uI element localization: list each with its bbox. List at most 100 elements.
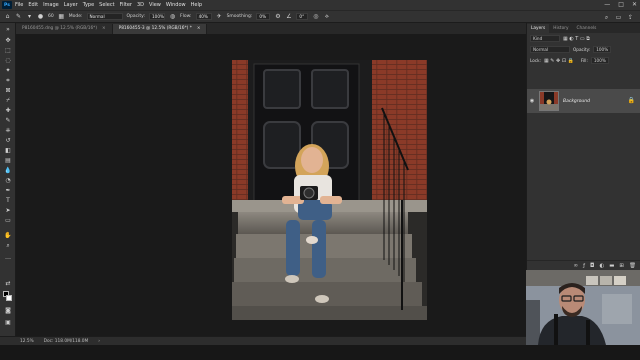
layer-row-background[interactable]: ◉ Background 🔒 — [527, 89, 640, 113]
layer-style-icon[interactable]: ƒ — [583, 263, 585, 269]
search-icon[interactable]: ⌕ — [603, 14, 610, 21]
menu-filter[interactable]: Filter — [120, 2, 132, 8]
menu-view[interactable]: View — [149, 2, 161, 8]
move-tool-icon[interactable]: ✥ — [3, 36, 13, 45]
zoom-level[interactable]: 12.5% — [20, 339, 34, 344]
hand-tool-icon[interactable]: ✋ — [3, 231, 13, 240]
layer-opacity-field[interactable]: 100% — [593, 46, 612, 53]
tab-close-icon[interactable]: × — [197, 24, 201, 34]
document-photo[interactable] — [232, 60, 427, 320]
minimize-button[interactable]: — — [604, 1, 610, 8]
tab-channels[interactable]: Channels — [573, 24, 601, 33]
tab-close-icon[interactable]: × — [102, 24, 106, 34]
rectangle-tool-icon[interactable]: ▭ — [3, 216, 13, 225]
history-brush-tool-icon[interactable]: ↺ — [3, 136, 13, 145]
webcam-overlay — [526, 270, 640, 345]
more-tools-icon[interactable]: … — [3, 253, 13, 262]
lock-label: Lock: — [530, 58, 541, 63]
brush-tool-icon[interactable]: ✎ — [15, 13, 22, 20]
window-controls: — □ ✕ — [604, 1, 637, 8]
marquee-tool-icon[interactable]: ⬚ — [3, 46, 13, 55]
close-button[interactable]: ✕ — [632, 1, 637, 8]
collapse-icon[interactable]: » — [3, 25, 13, 34]
new-group-icon[interactable]: ▬ — [609, 263, 614, 269]
tab-label: P8160455.dng @ 12.5% (RGB/16*) — [22, 26, 97, 31]
quick-select-tool-icon[interactable]: ✦ — [3, 66, 13, 75]
quick-mask-icon[interactable]: ◙ — [3, 306, 13, 315]
gear-icon[interactable]: ⚙ — [274, 13, 281, 20]
airbrush-icon[interactable]: ✈ — [216, 13, 223, 20]
chevron-down-icon[interactable]: ▾ — [26, 13, 33, 20]
swap-colors-icon[interactable]: ⇄ — [3, 279, 13, 288]
pen-tool-icon[interactable]: ✒ — [3, 186, 13, 195]
menu-edit[interactable]: Edit — [28, 2, 38, 8]
tools-panel: » ✥ ⬚ ◌ ✦ ⌗ ⊠ ⌿ ✚ ✎ ⎈ ↺ ◧ ▤ 💧 ◔ ✒ T ➤ ▭ … — [0, 23, 16, 336]
status-menu-arrow[interactable]: › — [98, 339, 100, 344]
eyedropper-tool-icon[interactable]: ⌿ — [3, 96, 13, 105]
document-size[interactable]: Doc: 118.0M/118.0M — [44, 339, 89, 344]
background-color-swatch[interactable] — [6, 295, 12, 301]
adjustment-layer-icon[interactable]: ◐ — [599, 263, 604, 269]
clone-stamp-tool-icon[interactable]: ⎈ — [3, 126, 13, 135]
brush-settings-icon[interactable]: ▦ — [58, 13, 65, 20]
lasso-tool-icon[interactable]: ◌ — [3, 56, 13, 65]
tab-history[interactable]: History — [549, 24, 572, 33]
lock-options-icons[interactable]: ▦ ✎ ✥ ⊡ 🔒 — [544, 58, 574, 64]
tab-document-2[interactable]: P8160455-3 @ 12.5% (RGB/16*) * × — [112, 24, 208, 34]
crop-tool-icon[interactable]: ⌗ — [3, 76, 13, 85]
screen-mode-icon[interactable]: ▣ — [3, 318, 13, 327]
opacity-field[interactable]: 100% — [149, 13, 166, 20]
tab-layers[interactable]: Layers — [527, 24, 550, 33]
layer-name[interactable]: Background — [563, 99, 590, 104]
share-icon[interactable]: ⇪ — [627, 14, 634, 21]
angle-icon[interactable]: ∠ — [285, 13, 292, 20]
zoom-tool-icon[interactable]: ⌕ — [3, 241, 13, 250]
blend-mode-select[interactable]: Normal — [530, 46, 570, 53]
maximize-button[interactable]: □ — [618, 1, 624, 8]
menu-select[interactable]: Select — [99, 2, 114, 8]
menu-layer[interactable]: Layer — [64, 2, 78, 8]
type-tool-icon[interactable]: T — [3, 196, 13, 205]
tab-document-1[interactable]: P8160455.dng @ 12.5% (RGB/16*) × — [16, 24, 113, 34]
gradient-tool-icon[interactable]: ▤ — [3, 156, 13, 165]
brush-size-value[interactable]: 60 — [48, 14, 54, 19]
layer-kind-filter[interactable]: Kind — [530, 35, 560, 42]
eraser-tool-icon[interactable]: ◧ — [3, 146, 13, 155]
menu-window[interactable]: Window — [166, 2, 186, 8]
dodge-tool-icon[interactable]: ◔ — [3, 176, 13, 185]
canvas-area[interactable] — [16, 34, 526, 336]
pressure-opacity-icon[interactable]: ◍ — [169, 13, 176, 20]
home-icon[interactable]: ⌂ — [4, 13, 11, 20]
brush-preset-icon[interactable]: ● — [37, 13, 44, 20]
pressure-size-icon[interactable]: ◎ — [312, 13, 319, 20]
angle-field[interactable]: 0° — [296, 13, 309, 20]
link-layers-icon[interactable]: ∞ — [574, 263, 579, 269]
filter-icons[interactable]: ▦ ◐ T ▭ ⧉ — [563, 36, 590, 42]
new-layer-icon[interactable]: ⊞ — [619, 263, 624, 269]
eye-icon[interactable]: ◉ — [527, 98, 537, 104]
lock-row: Lock: ▦ ✎ ✥ ⊡ 🔒 Fill: 100% — [527, 55, 640, 66]
webcam-image — [526, 270, 640, 345]
flow-field[interactable]: 40% — [195, 13, 212, 20]
menu-file[interactable]: File — [15, 2, 23, 8]
workspace-icon[interactable]: ▭ — [615, 14, 622, 21]
frame-tool-icon[interactable]: ⊠ — [3, 86, 13, 95]
lock-icon: 🔒 — [627, 97, 635, 104]
menu-help[interactable]: Help — [191, 2, 202, 8]
add-mask-icon[interactable]: ◘ — [590, 263, 594, 269]
menu-3d[interactable]: 3D — [137, 2, 144, 8]
menu-image[interactable]: Image — [43, 2, 59, 8]
path-selection-tool-icon[interactable]: ➤ — [3, 206, 13, 215]
symmetry-icon[interactable]: ⟡ — [323, 13, 330, 20]
delete-layer-icon[interactable]: 🗑 — [629, 263, 636, 269]
fill-field[interactable]: 100% — [590, 57, 609, 64]
blur-tool-icon[interactable]: 💧 — [3, 166, 13, 175]
layer-filter-row: Kind ▦ ◐ T ▭ ⧉ — [527, 33, 640, 44]
healing-brush-tool-icon[interactable]: ✚ — [3, 106, 13, 115]
smoothing-field[interactable]: 0% — [256, 13, 271, 20]
menu-type[interactable]: Type — [83, 2, 94, 8]
brush-tool-icon[interactable]: ✎ — [3, 116, 13, 125]
blend-row: Normal Opacity: 100% — [527, 44, 640, 55]
menu-bar: Ps File Edit Image Layer Type Select Fil… — [0, 0, 640, 10]
mode-select[interactable]: Normal — [86, 13, 123, 20]
